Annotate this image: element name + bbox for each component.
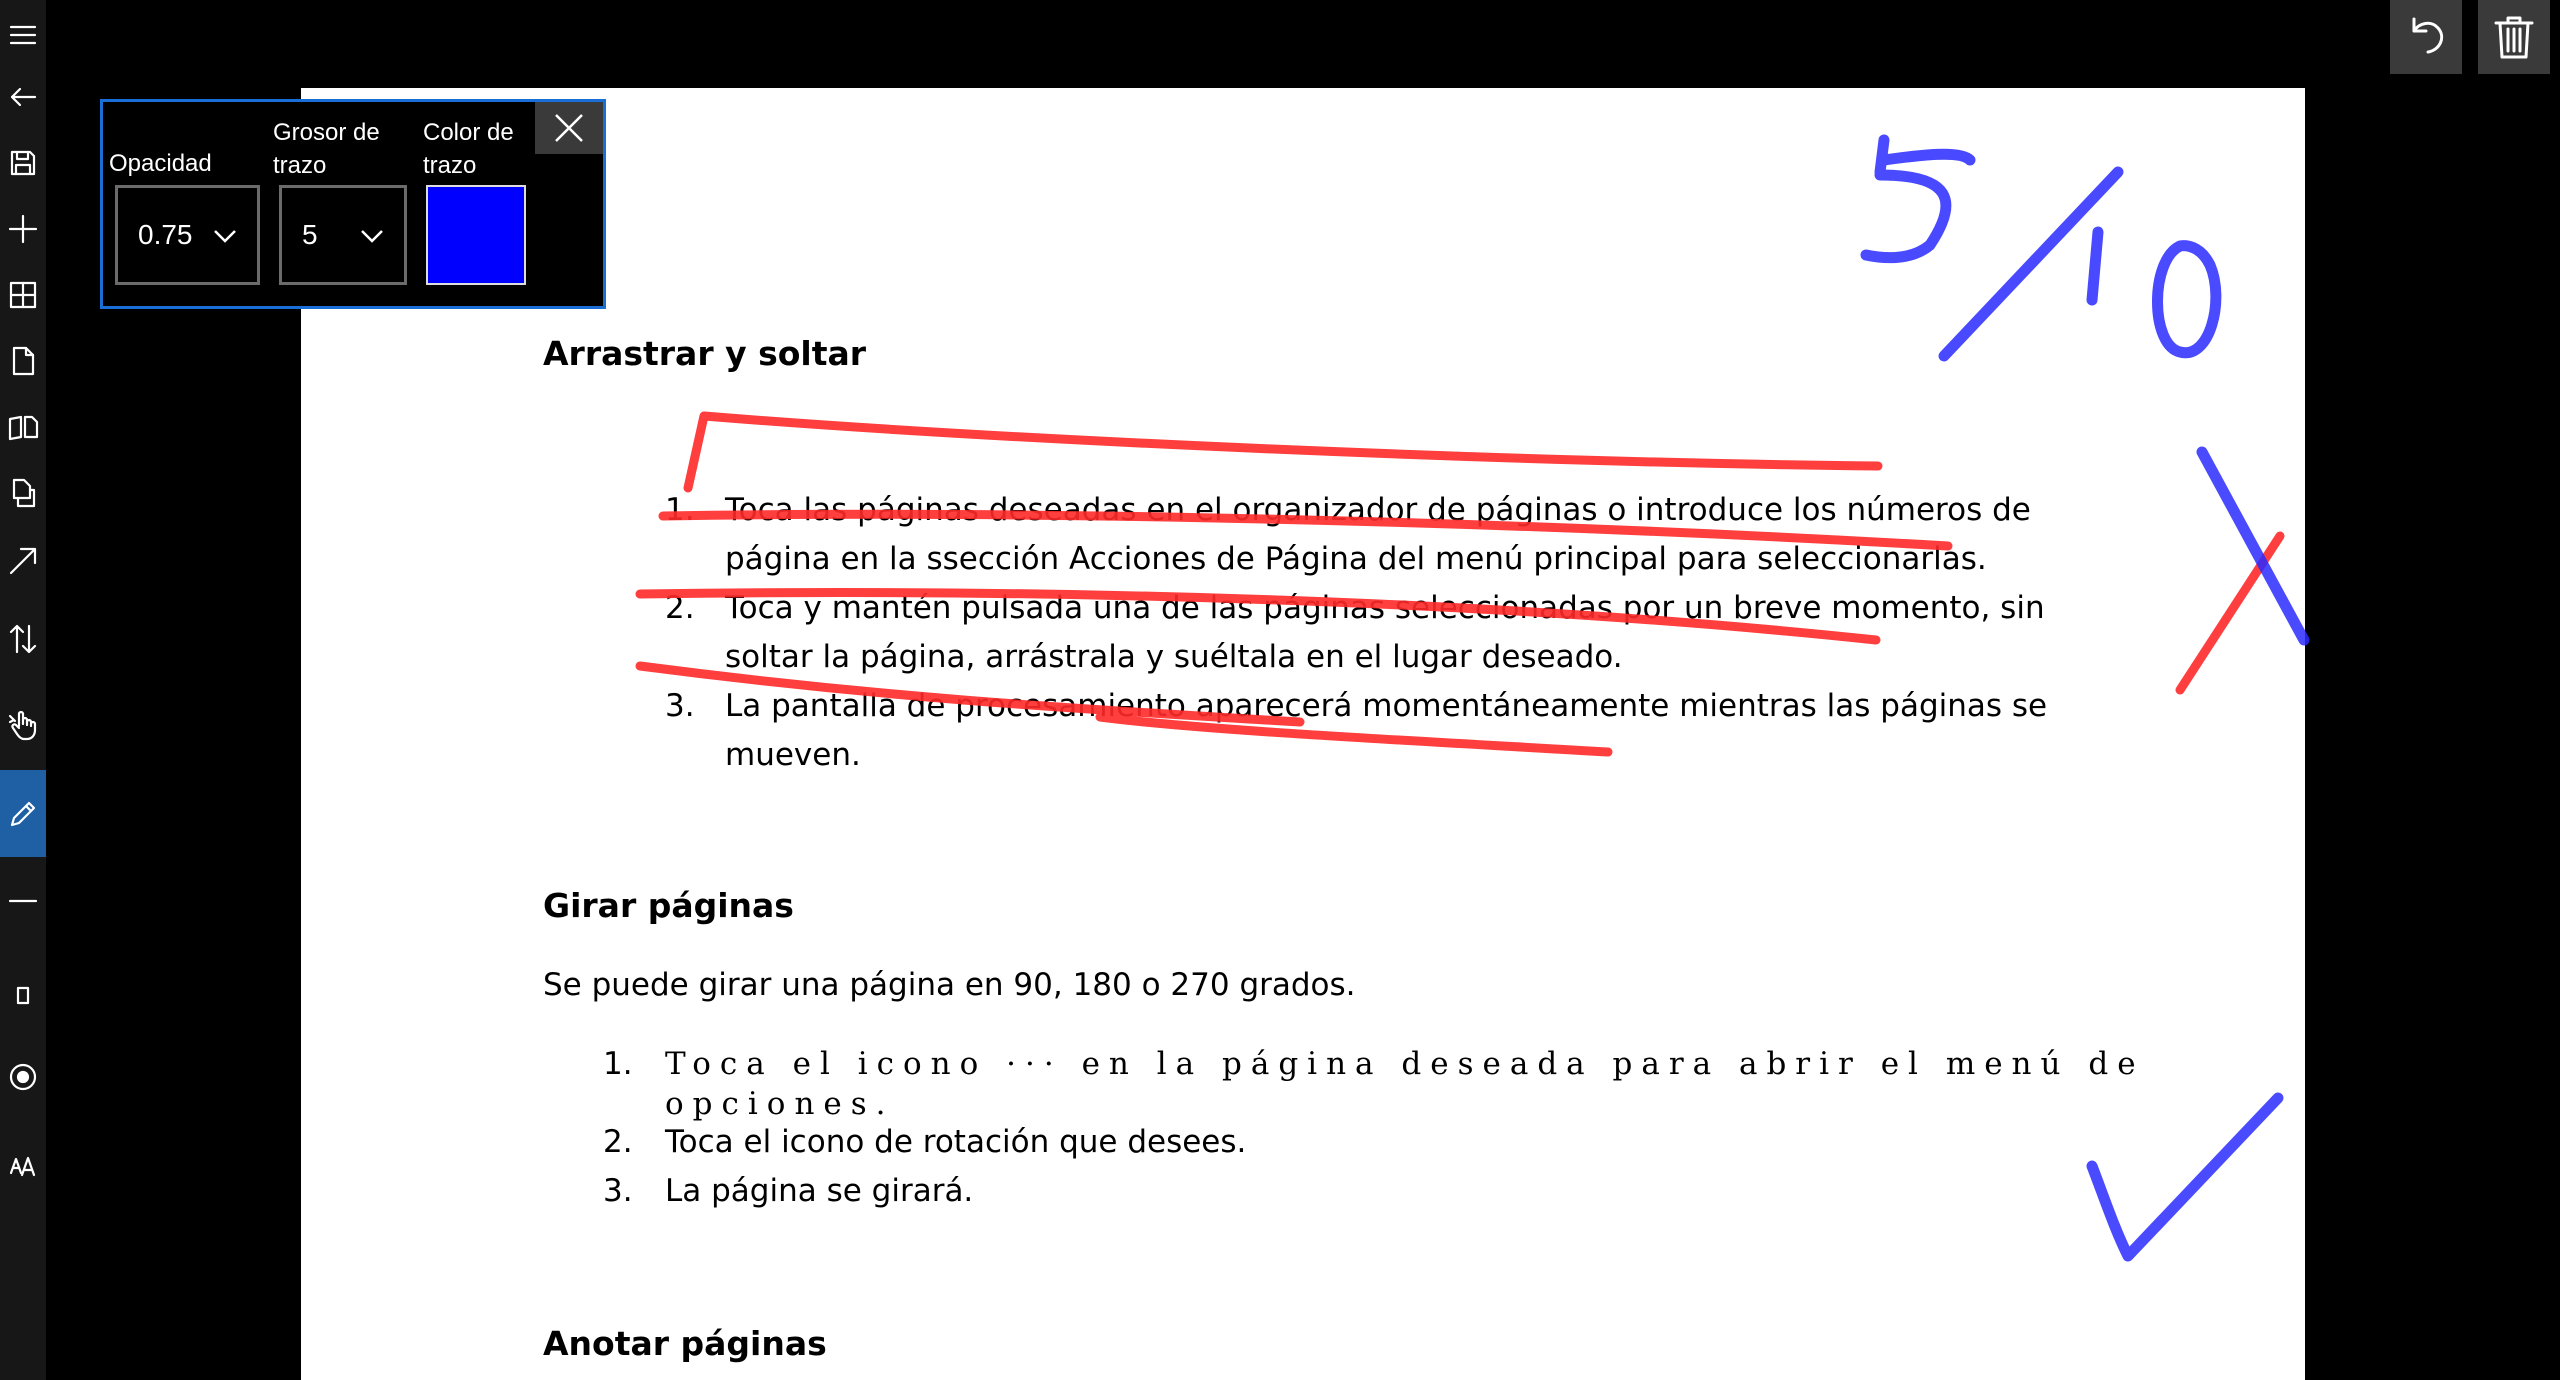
save-icon[interactable] — [0, 132, 46, 194]
list-item-line: página en la ssección Acciones de Página… — [725, 541, 1987, 577]
hamburger-menu-icon[interactable] — [0, 4, 46, 66]
trash-icon — [2494, 16, 2534, 59]
rectangle-icon[interactable] — [0, 964, 46, 1026]
chevron-down-icon — [214, 230, 236, 243]
close-icon — [555, 114, 583, 142]
thickness-dropdown[interactable]: 5 — [279, 185, 407, 285]
list-number: 1. — [665, 492, 695, 528]
section-intro: Se puede girar una página en 90, 180 o 2… — [543, 967, 1356, 1003]
back-arrow-icon[interactable] — [0, 66, 46, 128]
chevron-down-icon — [361, 230, 383, 243]
list-item-line: La pantalla de procesamiento aparecerá m… — [725, 688, 2048, 724]
section-title-drag-drop: Arrastrar y soltar — [543, 334, 867, 373]
add-icon[interactable] — [0, 198, 46, 260]
list-item-line: soltar la página, arrástrala y suéltala … — [725, 639, 1623, 675]
list-item-line: Toca y mantén pulsada una de las páginas… — [725, 590, 2045, 626]
list-number: 2. — [665, 590, 695, 626]
list-number: 2. — [603, 1124, 633, 1160]
list-item-line: La página se girará. — [665, 1173, 974, 1209]
undo-button[interactable] — [2390, 0, 2462, 74]
single-page-icon[interactable] — [0, 330, 46, 392]
hand-pointer-icon[interactable] — [0, 694, 46, 756]
list-item-line: Toca el icono de rotación que desees. — [665, 1124, 1247, 1160]
grid-view-icon[interactable] — [0, 264, 46, 326]
color-swatch[interactable] — [426, 185, 526, 285]
scroll-direction-icon[interactable] — [0, 608, 46, 670]
diagonal-arrow-icon[interactable] — [0, 530, 46, 592]
list-number: 1. — [603, 1046, 633, 1082]
delete-button[interactable] — [2478, 0, 2550, 74]
text-size-icon[interactable] — [0, 1134, 46, 1196]
thickness-value: 5 — [302, 219, 318, 250]
pen-icon[interactable] — [0, 770, 46, 857]
list-item-line: mueven. — [725, 737, 861, 773]
left-toolbar — [0, 0, 46, 1380]
list-number: 3. — [603, 1173, 633, 1209]
thickness-label: Grosor de trazo — [273, 119, 380, 179]
minus-icon[interactable] — [0, 870, 46, 932]
undo-icon — [2412, 17, 2444, 54]
list-item-line: Toca las páginas deseadas en el organiza… — [725, 492, 2031, 528]
record-icon[interactable] — [0, 1046, 46, 1108]
section-title-rotate: Girar páginas — [543, 886, 794, 925]
list-number: 3. — [665, 688, 695, 724]
opacity-value: 0.75 — [138, 219, 193, 250]
pen-settings-flyout: Opacidad Grosor de trazo Color de trazo … — [100, 99, 606, 309]
section-title-annotate: Anotar páginas — [543, 1324, 827, 1363]
copy-pages-icon[interactable] — [0, 462, 46, 524]
close-button[interactable] — [535, 102, 603, 154]
opacity-dropdown[interactable]: 0.75 — [115, 185, 260, 285]
two-page-icon[interactable] — [0, 396, 46, 458]
color-label: Color de trazo — [423, 119, 514, 179]
opacity-label: Opacidad — [109, 150, 212, 177]
